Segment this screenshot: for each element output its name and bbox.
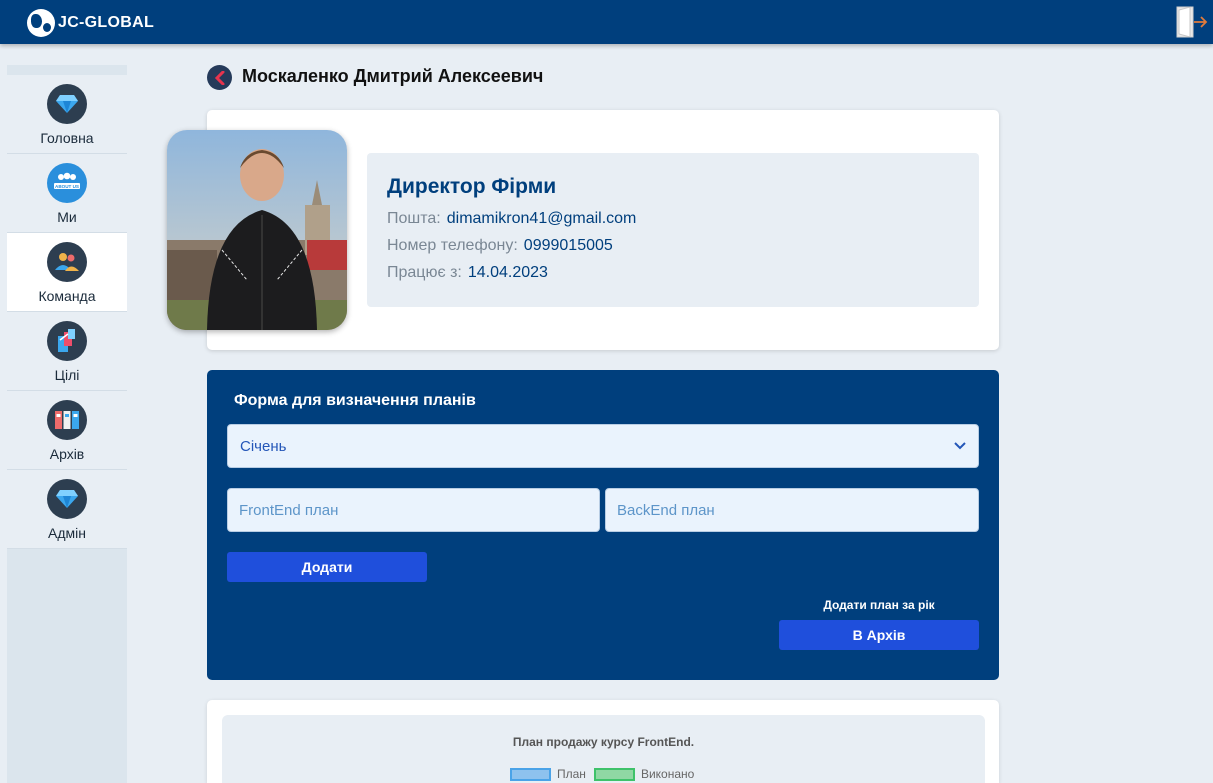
sidebar-item-label: Команда (38, 288, 96, 304)
legend-label: План (557, 767, 586, 781)
sidebar-header (7, 65, 127, 75)
phone-row: Номер телефону: 0999015005 (387, 232, 959, 259)
top-bar: JC-GLOBAL (0, 0, 1213, 44)
globe-icon (27, 9, 55, 37)
team-icon (47, 242, 87, 282)
legend-label: Виконано (640, 767, 695, 781)
year-plan-label: Додати план за рік (823, 598, 935, 612)
month-select-value: Січень (240, 437, 287, 455)
sidebar-item-label: Адмін (48, 525, 86, 541)
email-label: Пошта: (387, 210, 441, 227)
phone-value: 0999015005 (523, 237, 613, 254)
chevron-down-icon (954, 442, 966, 450)
diamond-icon (47, 84, 87, 124)
sidebar-item-about[interactable]: ABOUT US Ми (7, 154, 127, 233)
legend-swatch (510, 767, 551, 781)
diamond-icon (47, 479, 87, 519)
chevron-left-icon (214, 70, 224, 85)
archive-icon (47, 400, 87, 440)
back-button[interactable] (207, 65, 232, 90)
sidebar-item-label: Ми (57, 209, 77, 225)
chart-legend: План Виконано (510, 767, 702, 781)
avatar (167, 130, 347, 330)
sidebar-item-label: Архів (49, 446, 85, 462)
backend-plan-input[interactable] (605, 488, 979, 532)
sidebar-item-archive[interactable]: Архів (7, 391, 127, 470)
svg-text:ABOUT US: ABOUT US (55, 184, 79, 189)
sidebar: Головна ABOUT US Ми Команда Цілі Архів А… (7, 65, 127, 783)
profile-info: Директор Фірми Пошта: dimamikron41@gmail.… (367, 153, 979, 307)
goals-icon (47, 321, 87, 361)
profile-role: Директор Фірми (387, 175, 557, 198)
archive-button[interactable]: В Архів (779, 620, 979, 650)
about-us-icon: ABOUT US (47, 163, 87, 203)
legend-item-done[interactable]: Виконано (593, 767, 695, 781)
plan-form-title: Форма для визначення планів (234, 392, 476, 409)
email-row: Пошта: dimamikron41@gmail.com (387, 205, 959, 232)
phone-label: Номер телефону: (387, 237, 518, 254)
sidebar-item-goals[interactable]: Цілі (7, 312, 127, 391)
brand-name: JC-GLOBAL (58, 14, 155, 31)
legend-swatch (593, 767, 635, 781)
sidebar-item-label: Головна (40, 130, 94, 146)
add-plan-button[interactable]: Додати (227, 552, 427, 582)
sidebar-item-label: Цілі (54, 367, 80, 383)
page-title: Москаленко Дмитрий Алексеевич (242, 66, 544, 86)
start-date-label: Працює з: (387, 264, 462, 281)
start-date-row: Працює з: 14.04.2023 (387, 259, 959, 286)
frontend-plan-input[interactable] (227, 488, 600, 532)
sidebar-item-home[interactable]: Головна (7, 75, 127, 154)
legend-item-plan[interactable]: План (510, 767, 586, 781)
brand-logo[interactable]: JC-GLOBAL (27, 8, 154, 38)
month-select[interactable]: Січень (227, 424, 979, 468)
sidebar-item-admin[interactable]: Адмін (7, 470, 127, 549)
email-value: dimamikron41@gmail.com (446, 210, 637, 227)
sidebar-item-team[interactable]: Команда (7, 233, 127, 312)
chart-title: План продажу курсу FrontEnd. (512, 735, 695, 749)
logout-icon[interactable] (1176, 6, 1208, 38)
start-date-value: 14.04.2023 (467, 264, 548, 281)
